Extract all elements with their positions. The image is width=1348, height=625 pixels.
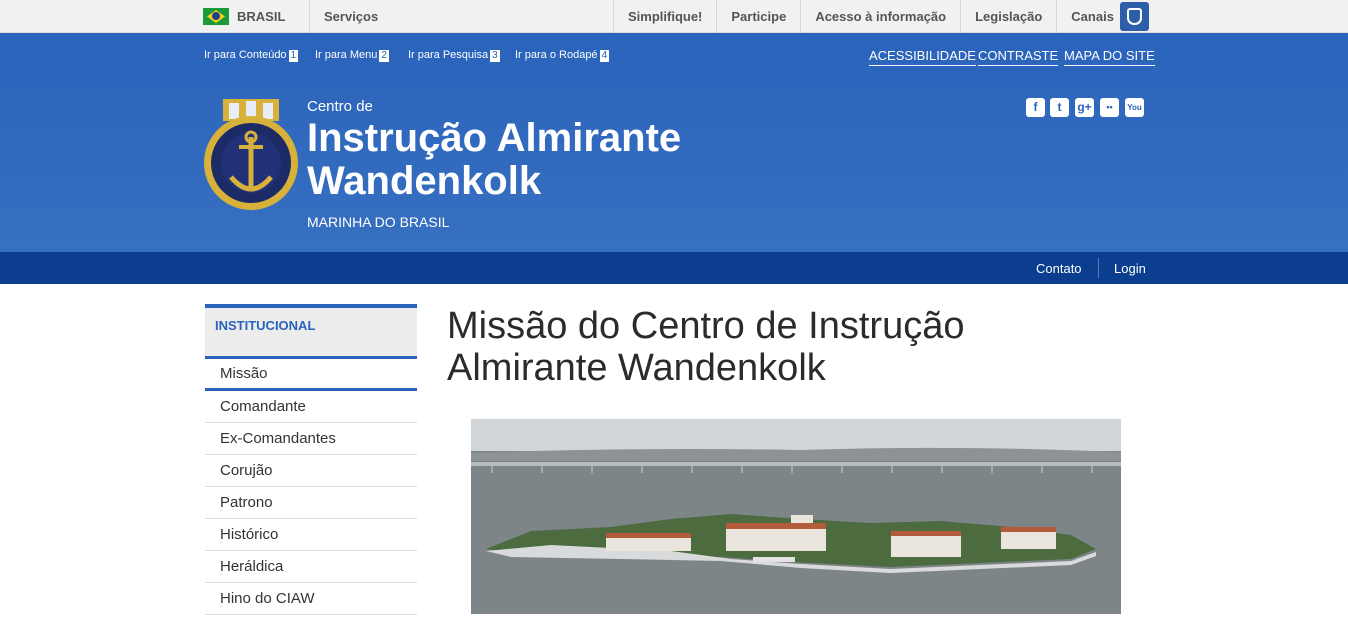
site-prefix: Centro de	[307, 98, 373, 115]
marinha-emblem-icon[interactable]	[203, 97, 299, 225]
youtube-icon[interactable]: You	[1125, 98, 1144, 117]
sidebar-item-historico[interactable]: Histórico	[205, 519, 417, 551]
divider	[1098, 258, 1099, 278]
gov-bar: BRASIL Serviços Simplifique! Participe A…	[0, 0, 1348, 33]
sidebar-menu: INSTITUCIONAL Missão Comandante Ex-Coman…	[205, 304, 417, 615]
skip-to-menu-link[interactable]: Ir para Menu 2	[315, 49, 389, 62]
twitter-icon[interactable]: t	[1050, 98, 1069, 117]
brazil-flag-icon	[203, 8, 229, 25]
page-title: Missão do Centro de Instrução Almirante …	[447, 305, 965, 389]
login-link[interactable]: Login	[1114, 261, 1146, 276]
site-header: Ir para Conteúdo 1 Ir para Menu 2 Ir para …	[0, 33, 1348, 252]
skip-to-content-link[interactable]: Ir para Conteúdo 1	[204, 49, 299, 62]
skip-to-footer-link[interactable]: Ir para o Rodapé 4	[515, 49, 610, 62]
canais-link[interactable]: Canais	[1056, 0, 1128, 33]
libras-accessibility-icon[interactable]	[1120, 2, 1149, 31]
googleplus-icon[interactable]: g+	[1075, 98, 1094, 117]
contato-link[interactable]: Contato	[1036, 261, 1082, 276]
mapa-do-site-link[interactable]: MAPA DO SITE	[1064, 48, 1155, 66]
service-bar: Contato Login	[0, 252, 1348, 284]
site-subtitle: MARINHA DO BRASIL	[307, 214, 450, 230]
divider	[309, 0, 310, 33]
skip-to-search-link[interactable]: Ir para Pesquisa 3	[408, 49, 500, 62]
brasil-link[interactable]: BRASIL	[237, 9, 285, 24]
legislacao-link[interactable]: Legislação	[960, 0, 1056, 33]
site-title[interactable]: Instrução Almirante Wandenkolk	[307, 117, 767, 203]
island-aerial-photo	[471, 419, 1121, 614]
participe-link[interactable]: Participe	[716, 0, 800, 33]
servicos-link[interactable]: Serviços	[324, 9, 378, 24]
sidebar-item-missao[interactable]: Missão	[205, 356, 417, 391]
acessibilidade-link[interactable]: ACESSIBILIDADE	[869, 48, 976, 66]
gov-links: Simplifique! Participe Acesso à informaç…	[613, 0, 1128, 33]
sidebar-item-comandante[interactable]: Comandante	[205, 391, 417, 423]
contraste-link[interactable]: CONTRASTE	[978, 48, 1059, 66]
flickr-icon[interactable]: ••	[1100, 98, 1119, 117]
sidebar-item-hino[interactable]: Hino do CIAW	[205, 583, 417, 615]
simplifique-link[interactable]: Simplifique!	[613, 0, 716, 33]
sidebar-item-ex-comandantes[interactable]: Ex-Comandantes	[205, 423, 417, 455]
sidebar-item-patrono[interactable]: Patrono	[205, 487, 417, 519]
sidebar-heading: INSTITUCIONAL	[205, 304, 417, 356]
sidebar-item-corujao[interactable]: Corujão	[205, 455, 417, 487]
facebook-icon[interactable]: f	[1026, 98, 1045, 117]
sidebar-item-heraldica[interactable]: Heráldica	[205, 551, 417, 583]
acesso-informacao-link[interactable]: Acesso à informação	[800, 0, 960, 33]
